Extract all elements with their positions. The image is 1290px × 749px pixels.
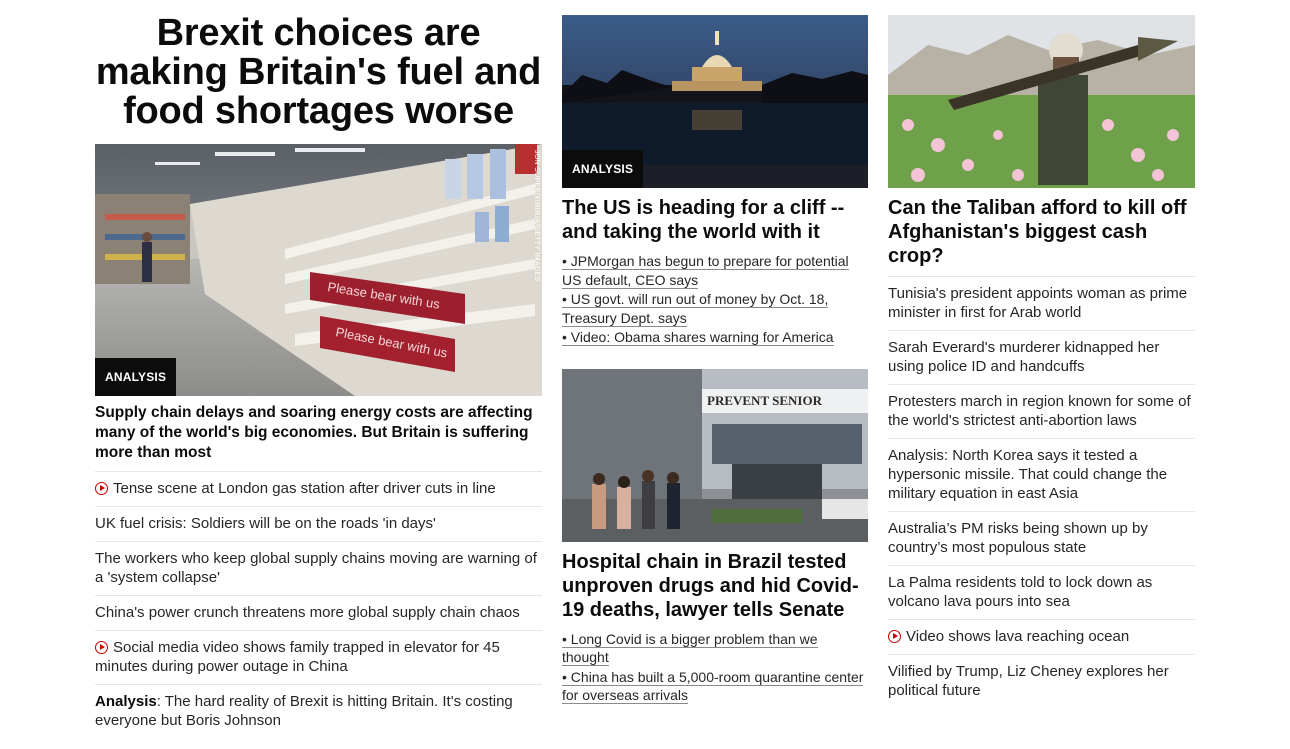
list-item[interactable]: Australia’s PM risks being shown up by c… [888,511,1195,565]
image-credit: JON SUPER/XINHUA/GETTY IMAGES [533,150,540,282]
analysis-badge: ANALYSIS [95,358,177,396]
lead-story-column: Brexit choices are making Britain's fuel… [95,0,542,738]
list-item[interactable]: Protesters march in region known for som… [888,384,1195,438]
poppy-field-photo [888,15,1195,188]
taliban-image[interactable] [888,15,1195,188]
lead-headline[interactable]: Brexit choices are making Britain's fuel… [95,14,542,131]
play-video-icon [95,482,108,495]
lead-summary[interactable]: Supply chain delays and soaring energy c… [95,403,542,463]
story-bullets: • JPMorgan has begun to prepare for pote… [562,252,868,347]
bullet-item[interactable]: • Long Covid is a bigger problem than we… [562,630,868,667]
list-item[interactable]: La Palma residents told to lock down as … [888,565,1195,619]
story-headline[interactable]: Hospital chain in Brazil tested unproven… [562,550,868,622]
bullet-item[interactable]: • China has built a 5,000-room quarantin… [562,668,868,705]
list-item[interactable]: Tense scene at London gas station after … [95,471,542,506]
story-bullets: • Long Covid is a bigger problem than we… [562,630,868,705]
bullet-item[interactable]: • US govt. will run out of money by Oct.… [562,290,868,327]
play-video-icon [888,630,901,643]
capitol-image[interactable]: ANALYSIS [562,15,868,188]
list-item[interactable]: Sarah Everard's murderer kidnapped her u… [888,330,1195,384]
related-stories-list: Tense scene at London gas station after … [95,471,542,738]
list-item[interactable]: Vilified by Trump, Liz Cheney explores h… [888,654,1195,708]
center-column: ANALYSIS The US is heading for a cliff -… [562,0,868,706]
list-item[interactable]: China's power crunch threatens more glob… [95,595,542,630]
list-item[interactable]: Analysis: The hard reality of Brexit is … [95,684,542,738]
list-item[interactable]: UK fuel crisis: Soldiers will be on the … [95,506,542,541]
list-item[interactable]: Video shows lava reaching ocean [888,619,1195,654]
list-item[interactable]: The workers who keep global supply chain… [95,541,542,595]
list-item[interactable]: Tunisia's president appoints woman as pr… [888,276,1195,330]
right-column: Can the Taliban afford to kill off Afgha… [888,0,1195,708]
bullet-item[interactable]: • JPMorgan has begun to prepare for pote… [562,252,868,289]
lead-image[interactable]: Please bear with us Please bear with us … [95,144,542,396]
analysis-badge: ANALYSIS [562,150,644,188]
hospital-image[interactable]: PREVENT SENIOR [562,368,868,542]
analysis-label: Analysis [95,693,157,710]
headline-list: Tunisia's president appoints woman as pr… [888,276,1195,708]
hospital-photo: PREVENT SENIOR [562,368,868,542]
bullet-item[interactable]: • Video: Obama shares warning for Americ… [562,328,868,347]
list-item[interactable]: Social media video shows family trapped … [95,630,542,684]
list-item[interactable]: Analysis: North Korea says it tested a h… [888,438,1195,511]
svg-text:PREVENT SENIOR: PREVENT SENIOR [707,393,823,408]
play-video-icon [95,641,108,654]
story-headline[interactable]: The US is heading for a cliff -- and tak… [562,196,868,244]
story-headline[interactable]: Can the Taliban afford to kill off Afgha… [888,196,1195,268]
